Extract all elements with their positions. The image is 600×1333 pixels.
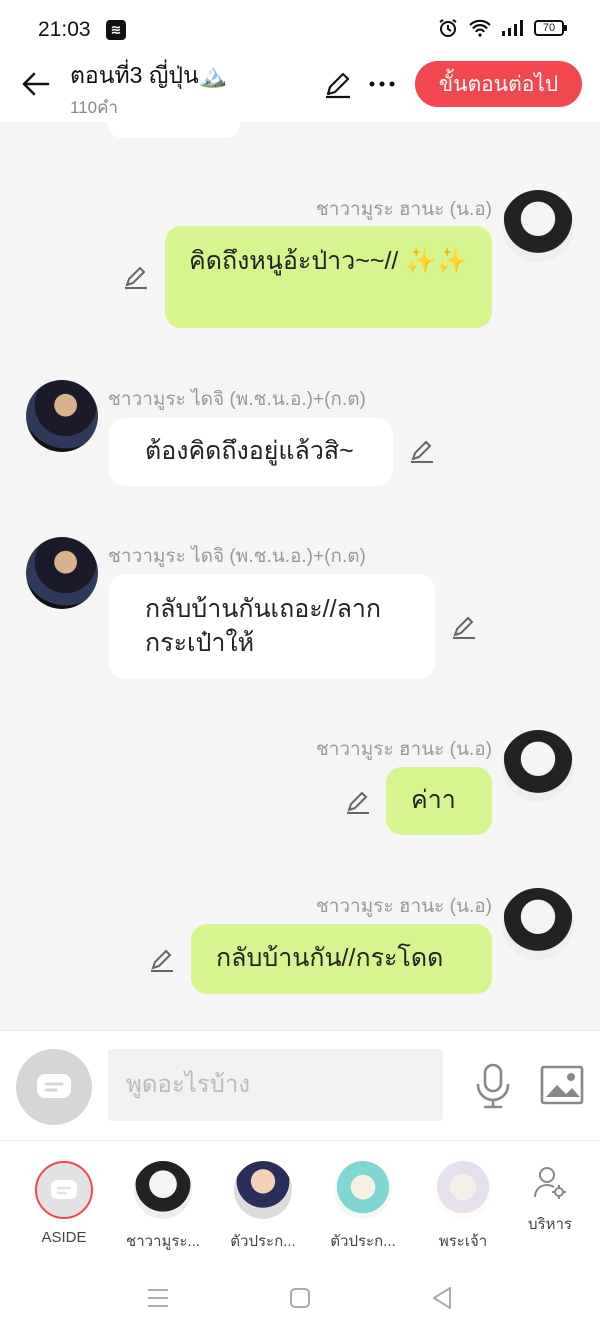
avatar bbox=[434, 1161, 492, 1219]
avatar bbox=[134, 1161, 192, 1219]
aside-avatar bbox=[35, 1161, 93, 1219]
header: ตอนที่3 ญี่ปุ่น🏔️ 110คำ ขั้นตอนต่อไป bbox=[0, 58, 600, 122]
character-main-1[interactable]: ตัวประก... bbox=[213, 1161, 313, 1253]
manage-characters-button[interactable]: บริหาร bbox=[520, 1165, 580, 1236]
edit-message-icon[interactable] bbox=[148, 946, 176, 974]
user-settings-icon bbox=[534, 1167, 566, 1199]
speech-bubble-icon bbox=[51, 1180, 77, 1199]
message-sender: ชาวามูระ ฮานะ (น.อ) bbox=[315, 199, 492, 220]
avatar-daiji[interactable] bbox=[26, 537, 98, 609]
character-label: พระเจ้า bbox=[438, 1233, 488, 1250]
next-step-button[interactable]: ขั้นตอนต่อไป bbox=[415, 61, 582, 107]
edit-title-icon[interactable] bbox=[322, 68, 354, 100]
capcut-app-icon: ≋ bbox=[106, 20, 126, 40]
message-sender: ชาวามูระ ไดจิ (พ.ช.น.อ.)+(ก.ต) bbox=[108, 546, 366, 567]
back-icon[interactable] bbox=[428, 1284, 456, 1312]
character-selector: ASIDE ชาวามูระ... ตัวประก... ตัวประก... … bbox=[0, 1140, 600, 1260]
character-hana[interactable]: ชาวามูระ... bbox=[113, 1161, 213, 1253]
status-time: 21:03 bbox=[38, 18, 91, 41]
message-bubble[interactable]: ต้องคิดถึงอยู่แล้วสิ~ bbox=[109, 418, 393, 486]
message-sender: ชาวามูระ ฮานะ (น.อ) bbox=[315, 739, 492, 760]
character-label: ตัวประก... bbox=[230, 1233, 296, 1250]
message-sender: ชาวามูระ ไดจิ (พ.ช.น.อ.)+(ก.ต) bbox=[108, 389, 366, 410]
avatar-hana[interactable] bbox=[502, 888, 574, 960]
chat-area[interactable]: ชาวามูระ ฮานะ (น.อ) คิดถึงหนูอ้ะป่าว~~//… bbox=[0, 122, 600, 1030]
avatar-hana[interactable] bbox=[502, 190, 574, 262]
character-god[interactable]: พระเจ้า bbox=[413, 1161, 513, 1253]
alarm-icon bbox=[439, 19, 457, 37]
character-label: ASIDE bbox=[41, 1229, 87, 1246]
system-navigation-bar bbox=[0, 1260, 600, 1333]
signal-icon bbox=[502, 20, 523, 36]
character-aside[interactable]: ASIDE bbox=[14, 1161, 114, 1246]
edit-message-icon[interactable] bbox=[408, 437, 436, 465]
message-input[interactable] bbox=[108, 1049, 443, 1121]
previous-message-bubble bbox=[108, 122, 240, 138]
message-sender: ชาวามูระ ฮานะ (น.อ) bbox=[315, 896, 492, 917]
more-options-icon[interactable] bbox=[366, 68, 398, 100]
message-input-bar bbox=[0, 1030, 600, 1140]
edit-message-icon[interactable] bbox=[344, 788, 372, 816]
avatar bbox=[334, 1161, 392, 1219]
wifi-icon bbox=[469, 19, 491, 37]
edit-message-icon[interactable] bbox=[450, 613, 478, 641]
word-count: 110คำ bbox=[70, 98, 119, 117]
manage-label: บริหาร bbox=[528, 1216, 572, 1233]
message-bubble[interactable]: กลับบ้านกันเถอะ//ลาก กระเป๋าให้ bbox=[109, 574, 435, 679]
image-upload-icon[interactable] bbox=[540, 1065, 584, 1105]
status-icons: 70 bbox=[438, 18, 567, 38]
character-label: ชาวามูระ... bbox=[126, 1233, 200, 1250]
message-bubble[interactable]: กลับบ้านกัน//กระโดด bbox=[191, 924, 492, 994]
edit-message-icon[interactable] bbox=[122, 263, 150, 291]
aside-toggle-button[interactable] bbox=[16, 1049, 92, 1125]
message-bubble[interactable]: ค่าา bbox=[386, 767, 492, 835]
message-bubble[interactable]: คิดถึงหนูอ้ะป่าว~~// ✨✨ bbox=[165, 226, 492, 328]
microphone-icon[interactable] bbox=[472, 1063, 514, 1109]
avatar-hana[interactable] bbox=[502, 730, 574, 802]
menu-icon[interactable] bbox=[144, 1284, 172, 1312]
character-label: ตัวประก... bbox=[330, 1233, 396, 1250]
battery-icon: 70 bbox=[534, 20, 567, 36]
speech-bubble-icon bbox=[37, 1074, 71, 1098]
avatar bbox=[234, 1161, 292, 1219]
avatar-daiji[interactable] bbox=[26, 380, 98, 452]
back-arrow-icon[interactable] bbox=[18, 66, 54, 102]
status-bar: 21:03 ≋ 70 bbox=[0, 0, 600, 58]
character-main-2[interactable]: ตัวประก... bbox=[313, 1161, 413, 1253]
page-title: ตอนที่3 ญี่ปุ่น🏔️ bbox=[70, 62, 228, 88]
home-icon[interactable] bbox=[286, 1284, 314, 1312]
